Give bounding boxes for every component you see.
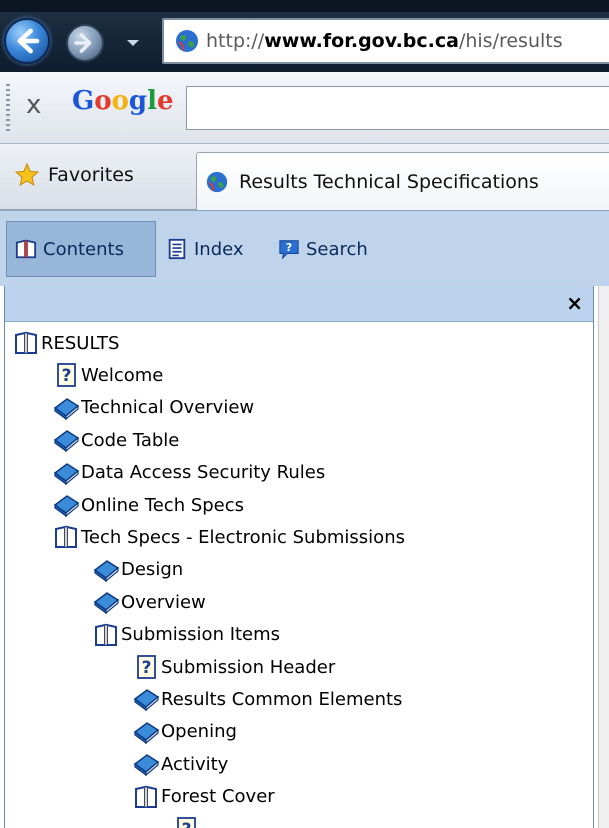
tab-contents[interactable]: Contents bbox=[6, 221, 156, 277]
tree-item-label: Online Tech Specs bbox=[81, 494, 245, 516]
tree-item-label: Data Access Security Rules bbox=[81, 462, 326, 484]
address-bar[interactable]: http://www.for.gov.bc.ca/his/results bbox=[162, 18, 609, 64]
help-pane-toolbar: Contents Index ? Search bbox=[0, 210, 609, 286]
tree-item-label: Welcome bbox=[81, 364, 164, 386]
tree-item-label: Forest Cover bbox=[161, 786, 275, 808]
tab-search-label: Search bbox=[306, 238, 368, 260]
tree-item-label: RESULTS bbox=[41, 332, 120, 354]
tab-bar: Favorites Results Technical Specificatio… bbox=[0, 144, 609, 210]
contents-pane-header: × bbox=[5, 286, 593, 322]
tree-item[interactable]: Activity bbox=[133, 751, 228, 777]
google-logo: Google bbox=[72, 86, 174, 116]
svg-text:?: ? bbox=[182, 820, 192, 828]
tab-index-label: Index bbox=[194, 238, 244, 260]
contents-pane: × RESULTS? Welcome Technical Overview Code … bbox=[4, 286, 594, 828]
open-book-icon bbox=[15, 239, 37, 259]
favorites-label: Favorites bbox=[48, 164, 134, 186]
tree-item-label: Opening bbox=[161, 721, 237, 743]
closed-book-icon bbox=[53, 461, 80, 485]
globe-icon bbox=[206, 171, 228, 192]
tree-item-label: Submission Items bbox=[121, 624, 281, 646]
arrow-right-icon bbox=[74, 33, 92, 53]
tree-item[interactable]: Submission Items bbox=[93, 622, 280, 648]
tree-item[interactable]: ? bbox=[173, 816, 201, 828]
google-toolbar: x Google bbox=[0, 72, 609, 144]
recent-pages-dropdown-icon[interactable] bbox=[126, 38, 140, 48]
closed-book-icon bbox=[53, 428, 80, 453]
tree-item[interactable]: Overview bbox=[93, 589, 206, 615]
closed-book-icon bbox=[93, 558, 120, 583]
tree-item[interactable]: RESULTS bbox=[13, 330, 119, 356]
tree-item[interactable]: Data Access Security Rules bbox=[53, 460, 325, 486]
tree-item-label: Design bbox=[121, 559, 184, 581]
tab-contents-label: Contents bbox=[43, 238, 124, 260]
toolbar-close-button[interactable]: x bbox=[26, 90, 41, 120]
svg-text:?: ? bbox=[286, 241, 292, 254]
toolbar-grip[interactable] bbox=[6, 84, 10, 134]
tab-search[interactable]: ? Search bbox=[278, 221, 368, 277]
tree-item[interactable]: Online Tech Specs bbox=[53, 492, 244, 518]
tree-item[interactable]: Code Table bbox=[53, 427, 179, 453]
tree-item-label: Overview bbox=[121, 591, 206, 613]
open-book-icon bbox=[53, 525, 79, 549]
tree-item-label: Results Common Elements bbox=[161, 688, 403, 710]
help-page-icon: ? bbox=[53, 363, 79, 388]
open-book-icon bbox=[13, 331, 39, 355]
open-book-icon bbox=[93, 623, 119, 647]
index-list-icon bbox=[168, 238, 186, 260]
tree-item[interactable]: ? Welcome bbox=[53, 362, 163, 388]
closed-book-icon bbox=[53, 396, 80, 421]
tree-item-label: Code Table bbox=[81, 429, 180, 451]
favorites-button[interactable]: Favorites bbox=[14, 162, 134, 188]
tree-item-label: Technical Overview bbox=[81, 397, 255, 419]
closed-book-icon bbox=[133, 720, 160, 745]
closed-book-icon bbox=[133, 687, 160, 712]
tree-item[interactable]: Technical Overview bbox=[53, 395, 254, 421]
forward-button[interactable] bbox=[66, 24, 104, 62]
svg-text:?: ? bbox=[62, 366, 72, 386]
tree-item-label: Activity bbox=[161, 753, 229, 775]
closed-book-icon bbox=[93, 590, 120, 615]
help-page-icon: ? bbox=[133, 655, 159, 679]
tree-item[interactable]: ? Submission Header bbox=[133, 654, 335, 680]
svg-text:?: ? bbox=[142, 658, 152, 678]
tree-item[interactable]: Results Common Elements bbox=[133, 686, 402, 712]
help-page-icon: ? bbox=[173, 817, 199, 828]
browser-nav-bar: http://www.for.gov.bc.ca/his/results bbox=[0, 0, 609, 72]
tab-title: Results Technical Specifications bbox=[239, 170, 539, 193]
star-icon bbox=[14, 162, 40, 187]
tree-item[interactable]: Forest Cover bbox=[133, 784, 275, 810]
tree-item[interactable]: Design bbox=[93, 557, 183, 583]
closed-book-icon bbox=[53, 493, 80, 518]
tab-results-technical-specifications[interactable]: Results Technical Specifications bbox=[196, 152, 609, 210]
back-button[interactable] bbox=[4, 18, 50, 64]
open-book-icon bbox=[133, 785, 159, 809]
tree-item[interactable]: Tech Specs - Electronic Submissions bbox=[53, 524, 405, 550]
globe-icon bbox=[176, 30, 198, 52]
help-bubble-icon: ? bbox=[279, 240, 299, 260]
title-strip bbox=[0, 0, 609, 12]
tree-item-label: Submission Header bbox=[161, 656, 336, 678]
vertical-scrollbar[interactable] bbox=[598, 286, 609, 828]
closed-book-icon bbox=[133, 752, 160, 777]
arrow-left-icon bbox=[17, 28, 40, 54]
tree-item[interactable]: Opening bbox=[133, 719, 237, 745]
google-search-input[interactable] bbox=[186, 86, 609, 130]
url-text: http://www.for.gov.bc.ca/his/results bbox=[206, 30, 563, 52]
tab-index[interactable]: Index bbox=[166, 221, 244, 277]
tree-item-label: Tech Specs - Electronic Submissions bbox=[81, 526, 405, 548]
close-pane-button[interactable]: × bbox=[566, 291, 583, 315]
